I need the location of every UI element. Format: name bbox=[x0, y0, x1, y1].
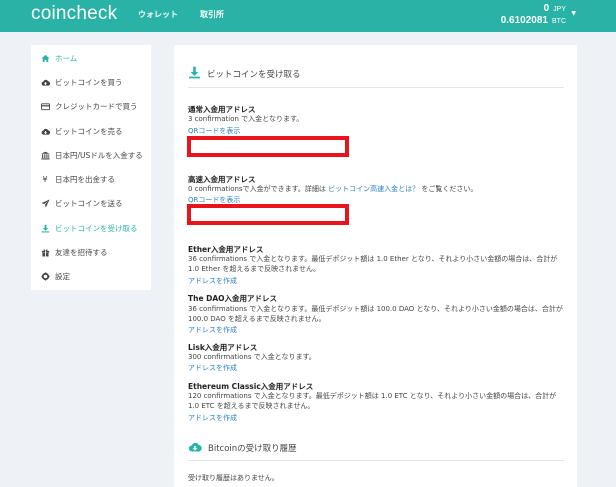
gear-icon bbox=[40, 271, 50, 281]
sidebar-item-settings[interactable]: 設定 bbox=[31, 264, 151, 288]
ether-create-address-link[interactable]: アドレスを作成 bbox=[188, 276, 237, 286]
sidebar-item-receive-bitcoin[interactable]: ビットコインを受け取る bbox=[31, 216, 151, 240]
sidebar-item-label: ビットコインを受け取る bbox=[55, 223, 138, 233]
sidebar-item-label: 日本円/USドルを入金する bbox=[55, 150, 143, 160]
sidebar-item-label: ビットコインを売る bbox=[55, 126, 123, 136]
download-icon bbox=[40, 224, 50, 233]
divider bbox=[188, 87, 564, 88]
dao-address-desc: 36 confirmations で入金となります。最低デポジット額は 100.… bbox=[188, 305, 563, 323]
sidebar-item-credit-card[interactable]: クレジットカードで買う bbox=[31, 94, 151, 118]
fast-desc-before: 0 confirmationsで入金ができます。詳細は bbox=[188, 185, 326, 193]
send-icon bbox=[40, 198, 50, 208]
sidebar-item-deposit-jpy-usd[interactable]: 日本円/USドルを入金する bbox=[31, 143, 151, 167]
redacted-address-box bbox=[187, 204, 349, 225]
dao-address-title: The DAO入金用アドレス bbox=[188, 294, 278, 303]
sidebar-item-label: ビットコインを買う bbox=[55, 77, 123, 87]
page-title-text: ビットコインを受け取る bbox=[207, 70, 301, 80]
lisk-address-desc: 300 confirmations で入金となります。 bbox=[188, 353, 316, 361]
ether-address-desc: 36 confirmations で入金となります。最低デポジット額は 1.0 … bbox=[188, 255, 558, 273]
home-icon bbox=[40, 54, 50, 63]
main-panel: ビットコインを受け取る 通常入金用アドレス 3 confirmation で入金… bbox=[174, 45, 577, 487]
chevron-down-icon[interactable]: ▼ bbox=[571, 10, 576, 17]
dao-create-address-link[interactable]: アドレスを作成 bbox=[188, 325, 237, 335]
cloud-download-icon bbox=[188, 440, 208, 456]
sidebar-item-home[interactable]: ホーム bbox=[31, 46, 151, 70]
sidebar-item-label: 日本円を出金する bbox=[55, 174, 115, 184]
balance-btc-unit: BTC bbox=[552, 18, 566, 25]
page-title: ビットコインを受け取る bbox=[188, 66, 301, 82]
sidebar-item-label: 友達を招待する bbox=[55, 247, 108, 257]
sidebar-item-label: ホーム bbox=[55, 53, 78, 63]
sidebar-item-sell-bitcoin[interactable]: ビットコインを売る bbox=[31, 119, 151, 143]
yen-icon: ¥ bbox=[42, 174, 48, 184]
redacted-address-box bbox=[187, 136, 349, 157]
sidebar-item-label: 設定 bbox=[55, 271, 70, 281]
etc-address-desc: 120 confirmations で入金となります。最低デポジット額は 1.0… bbox=[188, 392, 557, 410]
lisk-create-address-link[interactable]: アドレスを作成 bbox=[188, 363, 237, 373]
sidebar-item-send-bitcoin[interactable]: ビットコインを送る bbox=[31, 191, 151, 215]
top-navbar: coincheck ウォレット 取引所 0 JPY 0.6102081 BTC ▼ bbox=[0, 0, 616, 32]
fast-desc-after: をご覧ください。 bbox=[421, 185, 478, 193]
gift-icon bbox=[40, 248, 50, 257]
balance-btc[interactable]: 0.6102081 BTC bbox=[501, 15, 566, 26]
bank-icon bbox=[40, 151, 50, 160]
cloud-download-icon bbox=[40, 127, 50, 136]
history-title-text: Bitcoinの受け取り履歴 bbox=[208, 444, 297, 454]
sidebar-item-buy-bitcoin[interactable]: ビットコインを買う bbox=[31, 70, 151, 94]
cloud-upload-icon bbox=[40, 78, 50, 87]
credit-card-icon bbox=[40, 102, 50, 111]
normal-address-desc: 3 confirmation で入金となります。 bbox=[188, 115, 304, 123]
sidebar-item-label: クレジットカードで買う bbox=[55, 101, 138, 111]
sidebar-item-label: ビットコインを送る bbox=[55, 198, 123, 208]
nav-exchange-link[interactable]: 取引所 bbox=[200, 9, 224, 20]
coincheck-logo[interactable]: coincheck bbox=[31, 3, 117, 25]
normal-qr-link[interactable]: QRコードを表示 bbox=[188, 126, 240, 136]
sidebar: ホーム ビットコインを買う クレジットカードで買う ビットコインを売る 日本円/… bbox=[31, 45, 151, 290]
etc-create-address-link[interactable]: アドレスを作成 bbox=[188, 413, 237, 423]
divider bbox=[188, 460, 564, 461]
balance-jpy[interactable]: 0 JPY bbox=[544, 3, 566, 14]
fast-deposit-info-link[interactable]: ビットコイン高速入金とは？ bbox=[328, 185, 419, 193]
history-title: Bitcoinの受け取り履歴 bbox=[188, 440, 297, 456]
balance-jpy-value: 0 bbox=[543, 3, 550, 14]
history-empty-text: 受け取り履歴はありません。 bbox=[188, 474, 279, 482]
sidebar-item-invite-friends[interactable]: 友達を招待する bbox=[31, 240, 151, 264]
balance-jpy-unit: JPY bbox=[553, 6, 566, 13]
nav-wallet-link[interactable]: ウォレット bbox=[138, 9, 178, 20]
fast-address-desc: 0 confirmationsで入金ができます。詳細は ビットコイン高速入金とは… bbox=[188, 184, 566, 194]
sidebar-item-withdraw-jpy[interactable]: ¥ 日本円を出金する bbox=[31, 167, 151, 191]
balance-btc-value: 0.6102081 bbox=[500, 15, 548, 26]
download-icon bbox=[188, 66, 207, 82]
